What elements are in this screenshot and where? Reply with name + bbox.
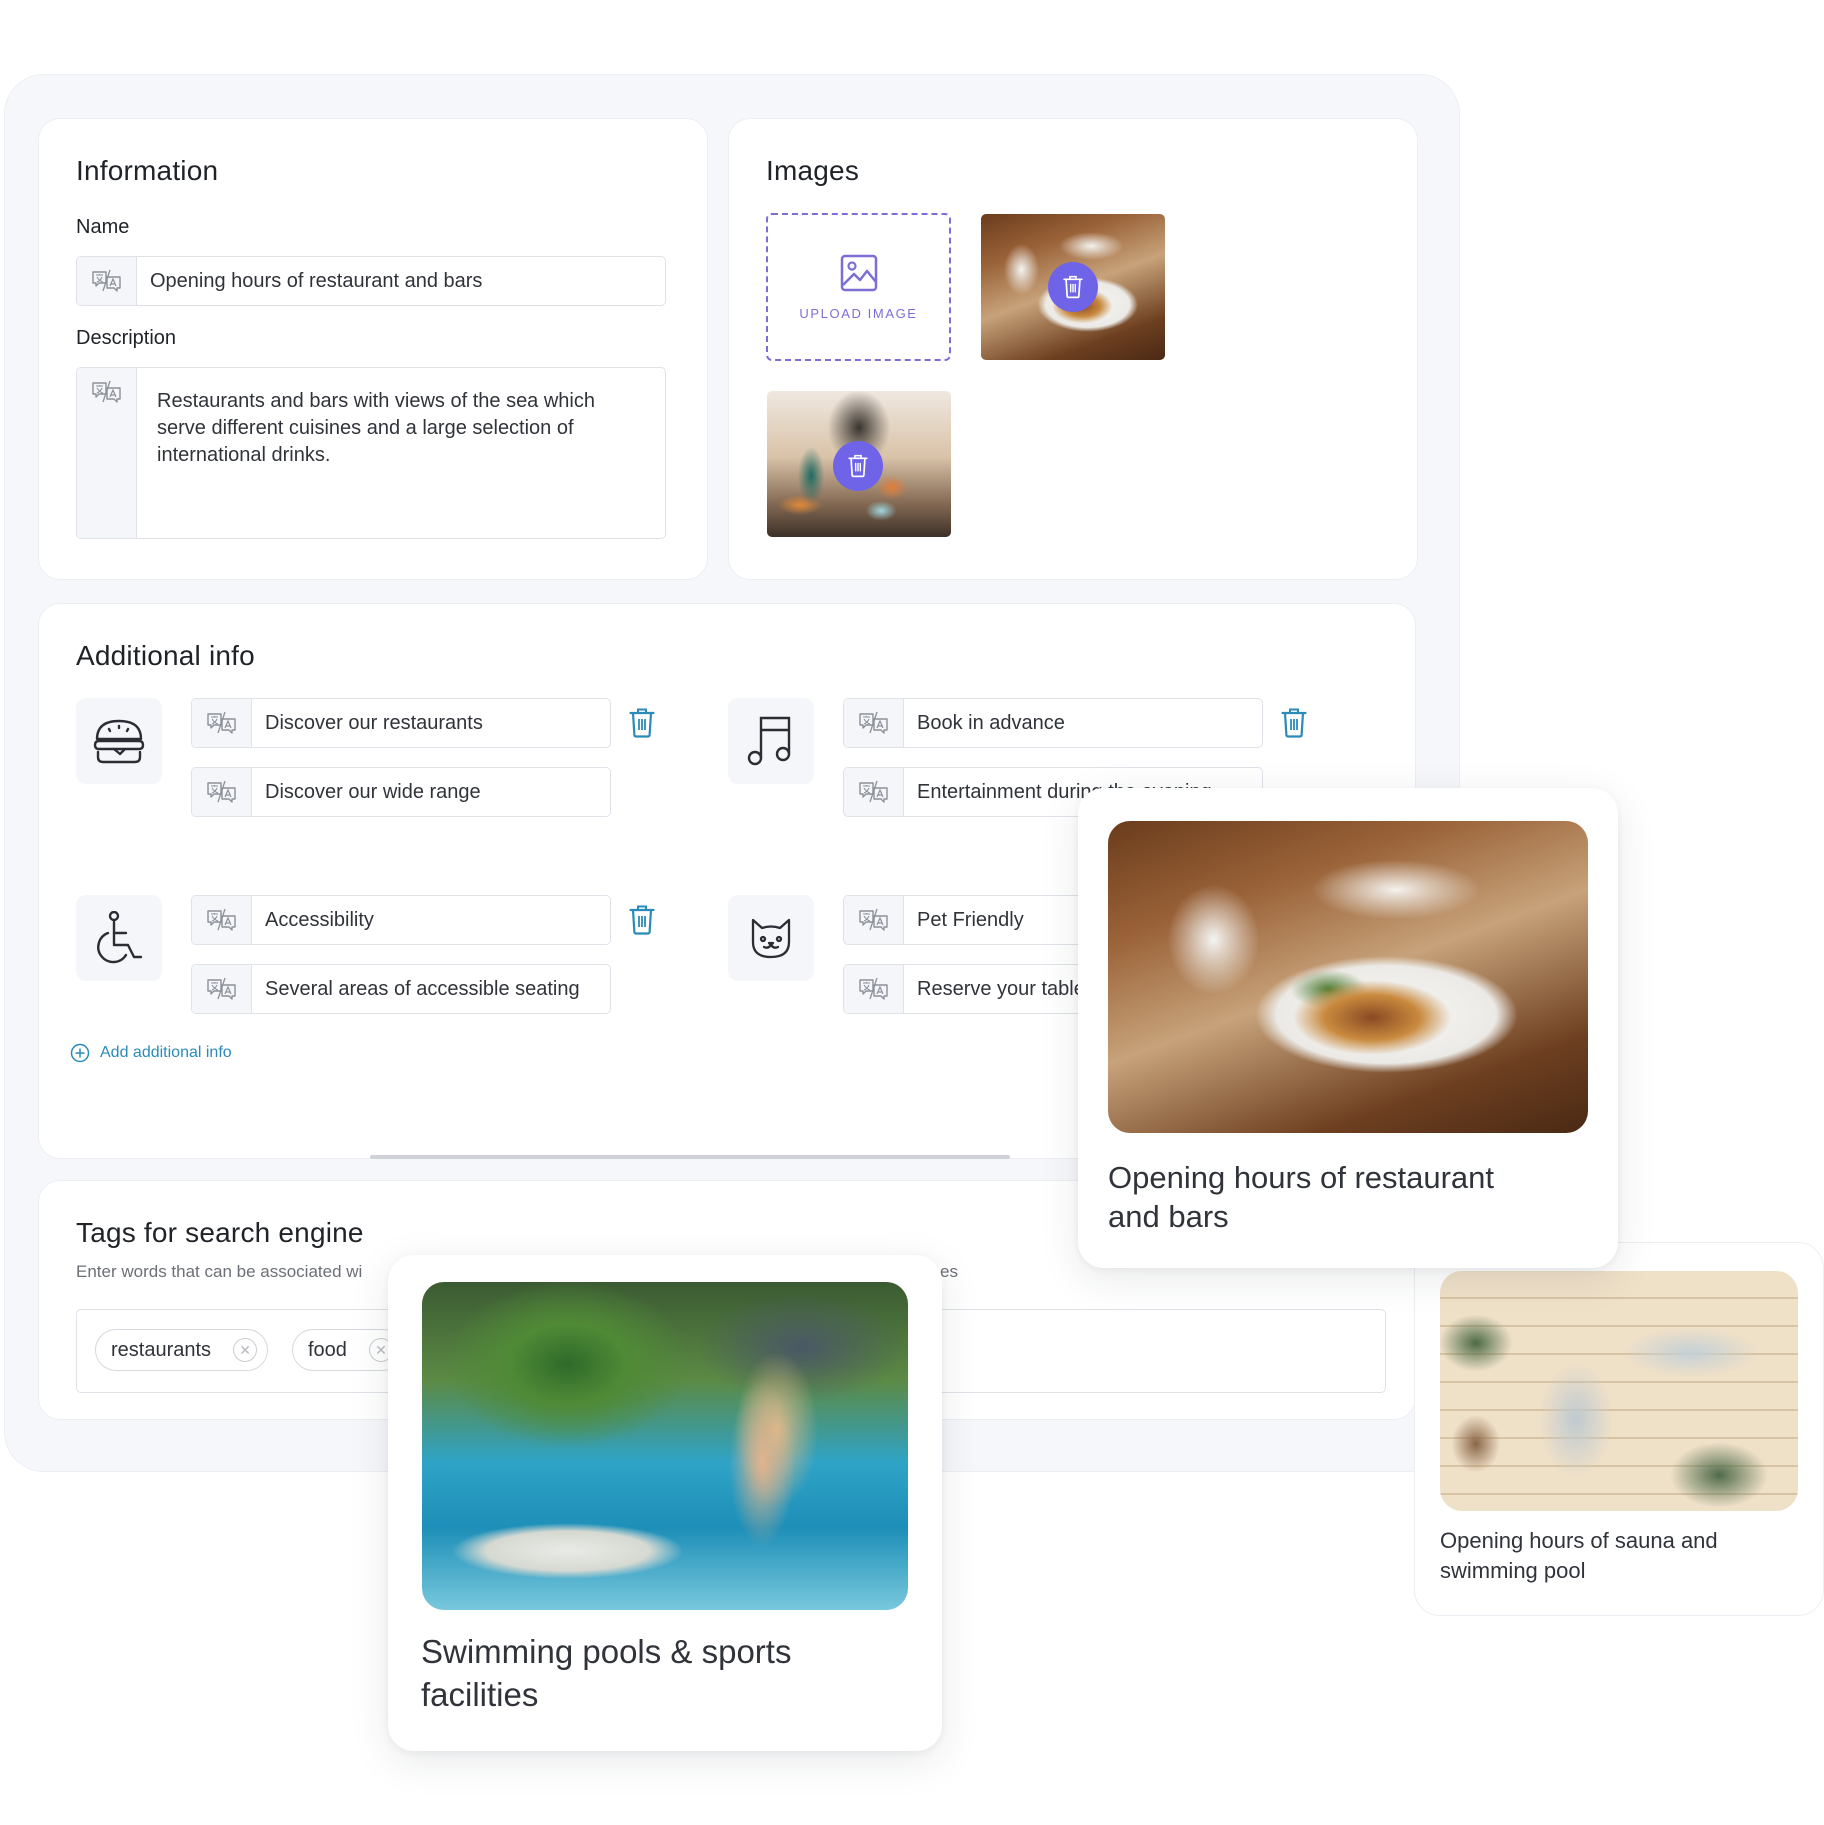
image-thumbnail[interactable] xyxy=(767,391,951,537)
translate-icon xyxy=(858,711,890,735)
plus-circle-icon xyxy=(70,1043,90,1063)
info-icon-tile[interactable] xyxy=(728,698,814,784)
translate-button[interactable] xyxy=(192,965,252,1013)
music-note-icon xyxy=(747,716,791,766)
image-thumbnail[interactable] xyxy=(981,214,1165,360)
translate-icon xyxy=(206,977,238,1001)
preview-card-restaurant[interactable]: Opening hours of restaurant and bars xyxy=(1078,788,1618,1268)
remove-tag-button[interactable]: ✕ xyxy=(233,1338,258,1362)
tags-title: Tags for search engine xyxy=(76,1217,364,1248)
delete-info-button[interactable] xyxy=(627,706,657,740)
info-subtitle-field[interactable]: Several areas of accessible seating xyxy=(191,964,611,1014)
translate-button[interactable] xyxy=(192,896,252,944)
info-subtitle-field[interactable]: Discover our wide range xyxy=(191,767,611,817)
delete-image-button[interactable] xyxy=(833,441,883,491)
translate-icon xyxy=(206,711,238,735)
preview-title: Opening hours of sauna and swimming pool xyxy=(1440,1528,1718,1583)
translate-button[interactable] xyxy=(192,699,252,747)
translate-button[interactable] xyxy=(192,768,252,816)
horizontal-scrollbar[interactable] xyxy=(370,1155,1010,1159)
info-icon-tile[interactable] xyxy=(76,698,162,784)
preview-card-pool[interactable]: Swimming pools & sports facilities xyxy=(388,1255,942,1751)
upload-image-button[interactable]: UPLOAD IMAGE xyxy=(766,213,951,361)
additional-info-title: Additional info xyxy=(76,640,255,671)
add-additional-info-button[interactable]: Add additional info xyxy=(70,1043,232,1063)
image-icon xyxy=(840,254,877,291)
translate-icon xyxy=(91,380,123,404)
translate-icon xyxy=(858,780,890,804)
translate-button[interactable] xyxy=(844,699,904,747)
preview-image xyxy=(422,1282,908,1610)
trash-icon xyxy=(629,905,655,935)
translate-icon xyxy=(91,269,123,293)
add-additional-info-label: Add additional info xyxy=(100,1044,232,1061)
name-field[interactable]: Opening hours of restaurant and bars xyxy=(76,256,666,306)
description-field[interactable]: Restaurants and bars with views of the s… xyxy=(76,367,666,539)
tags-hint: Enter words that can be associated wi xyxy=(76,1262,363,1281)
delete-image-button[interactable] xyxy=(1048,262,1098,312)
tag-label: restaurants xyxy=(111,1338,212,1361)
description-textarea[interactable]: Restaurants and bars with views of the s… xyxy=(137,368,665,538)
upload-image-label: UPLOAD IMAGE xyxy=(799,305,918,321)
wheelchair-icon xyxy=(97,911,143,964)
trash-icon xyxy=(848,454,868,478)
info-title-input[interactable]: Book in advance xyxy=(904,699,1262,747)
preview-card-sauna[interactable]: Opening hours of sauna and swimming pool xyxy=(1414,1242,1824,1616)
description-label: Description xyxy=(76,327,177,349)
tags-hint-tail: es xyxy=(940,1262,958,1281)
info-subtitle-input[interactable]: Discover our wide range xyxy=(252,768,610,816)
trash-icon xyxy=(1063,275,1083,299)
preview-image xyxy=(1440,1271,1798,1511)
info-icon-tile[interactable] xyxy=(76,895,162,981)
preview-title: Swimming pools & sports facilities xyxy=(421,1633,792,1713)
info-title-field[interactable]: Discover our restaurants xyxy=(191,698,611,748)
translate-button[interactable] xyxy=(77,368,137,538)
name-label: Name xyxy=(76,216,130,238)
info-title-field[interactable]: Accessibility xyxy=(191,895,611,945)
translate-icon xyxy=(206,780,238,804)
info-title-field[interactable]: Book in advance xyxy=(843,698,1263,748)
translate-button[interactable] xyxy=(844,965,904,1013)
delete-info-button[interactable] xyxy=(1279,706,1309,740)
name-input[interactable]: Opening hours of restaurant and bars xyxy=(137,257,665,305)
translate-button[interactable] xyxy=(844,768,904,816)
info-subtitle-input[interactable]: Several areas of accessible seating xyxy=(252,965,610,1013)
preview-image xyxy=(1108,821,1588,1133)
translate-button[interactable] xyxy=(77,257,137,305)
info-title-input[interactable]: Accessibility xyxy=(252,896,610,944)
cat-icon xyxy=(751,918,791,959)
info-icon-tile[interactable] xyxy=(728,895,814,981)
translate-icon xyxy=(858,977,890,1001)
preview-title: Opening hours of restaurant and bars xyxy=(1108,1160,1495,1234)
tag-label: food xyxy=(308,1338,347,1361)
burger-icon xyxy=(93,719,145,764)
info-title-input[interactable]: Discover our restaurants xyxy=(252,699,610,747)
translate-button[interactable] xyxy=(844,896,904,944)
information-title: Information xyxy=(76,155,219,186)
trash-icon xyxy=(629,708,655,738)
delete-info-button[interactable] xyxy=(627,903,657,937)
translate-icon xyxy=(858,908,890,932)
translate-icon xyxy=(206,908,238,932)
trash-icon xyxy=(1281,708,1307,738)
tag-chip: restaurants ✕ xyxy=(95,1329,269,1371)
images-title: Images xyxy=(766,155,860,186)
